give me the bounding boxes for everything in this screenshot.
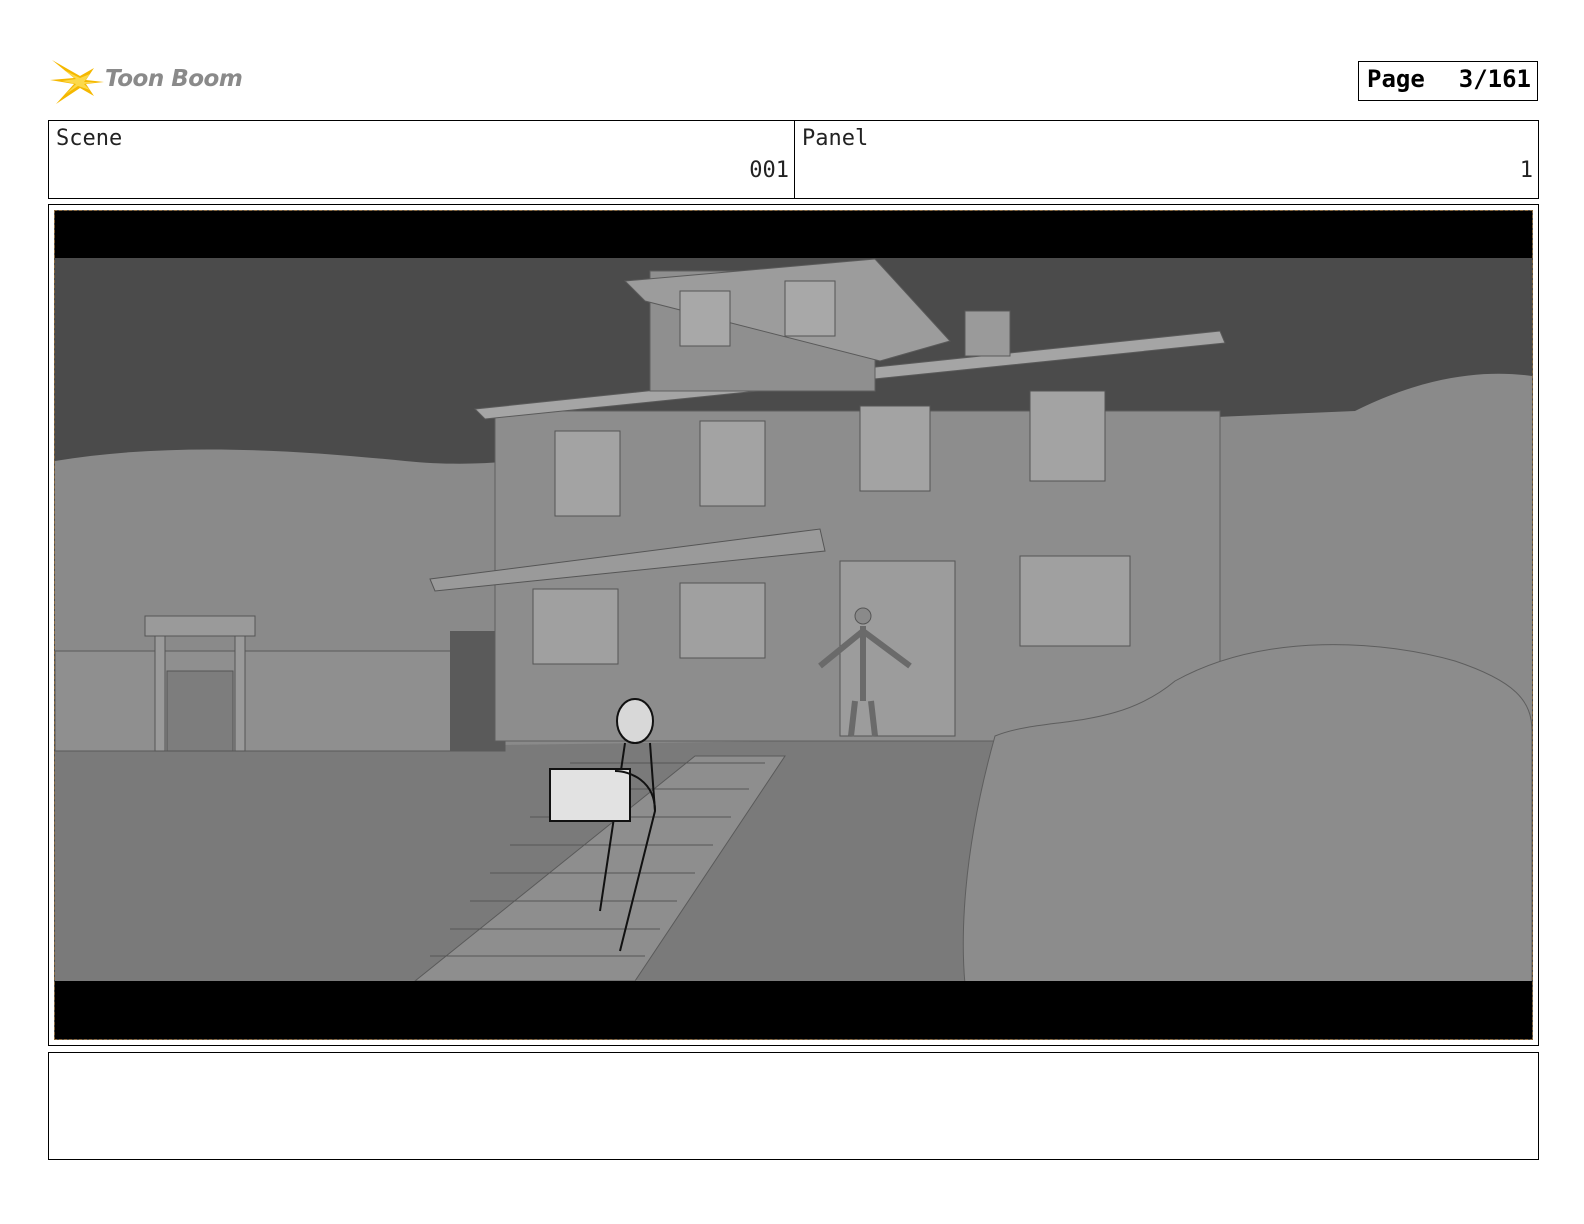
scene-panel-header: Scene 001 Panel 1 (48, 120, 1539, 199)
notes-box (48, 1052, 1539, 1160)
page-counter: Page 3/161 (1358, 61, 1538, 101)
page-value: 3/161 (1458, 65, 1531, 93)
sunburst-logo-icon (50, 60, 104, 104)
toon-boom-logo: Toon Boom (50, 54, 250, 108)
panel-frame (48, 204, 1539, 1046)
panel-value: 1 (1519, 158, 1533, 183)
panel-label: Panel (802, 126, 869, 151)
scene-value: 001 (749, 158, 789, 183)
scene-cell: Scene 001 (49, 121, 795, 198)
panel-image (54, 210, 1533, 1040)
scene-label: Scene (56, 126, 123, 151)
page-label: Page (1367, 65, 1425, 93)
panel-cell: Panel 1 (795, 121, 1538, 198)
logo-text: Toon Boom (105, 66, 243, 92)
storyboard-frame-icon (55, 211, 1532, 1039)
